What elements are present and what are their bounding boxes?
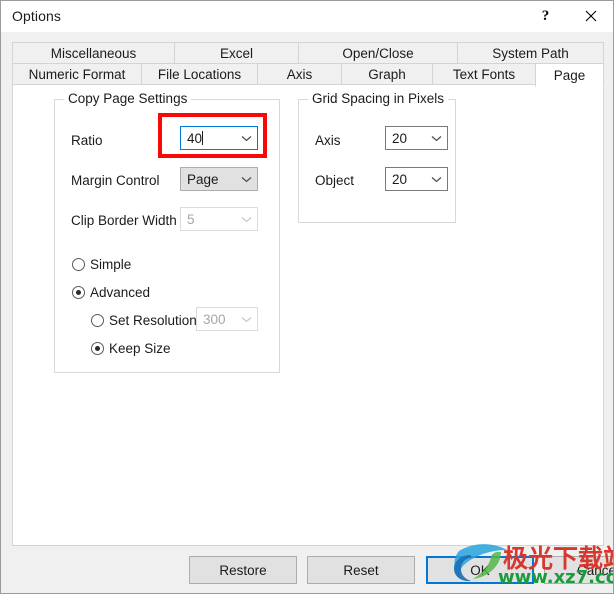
tab-label: Miscellaneous [50,45,137,61]
page-tab-panel: Copy Page Settings Ratio 40 Margin Contr… [12,85,604,546]
radio-simple-label: Simple [90,257,132,272]
copy-page-settings-group: Copy Page Settings Ratio 40 Margin Contr… [54,91,280,373]
copy-page-settings-title: Copy Page Settings [64,91,192,106]
tab-label: Graph [368,66,406,82]
ok-button-label: OK [470,562,490,578]
clip-border-width-combo: 5 [180,207,258,231]
radio-mark-icon [91,342,104,355]
grid-spacing-title: Grid Spacing in Pixels [308,91,449,106]
cancel-button-label: Cancel [576,562,613,578]
tab-strip: Miscellaneous Excel Open/Close System Pa… [12,42,604,87]
ratio-label: Ratio [71,133,103,148]
radio-simple[interactable]: Simple [72,257,131,272]
grid-object-label: Object [315,173,355,188]
chevron-down-icon[interactable] [425,135,447,142]
grid-object-combo[interactable]: 20 [385,167,448,191]
grid-axis-label: Axis [315,133,341,148]
ok-button[interactable]: OK [426,556,534,584]
radio-keep-size[interactable]: Keep Size [91,341,171,356]
radio-mark-icon [72,258,85,271]
chevron-down-icon [235,316,257,323]
margin-control-combo[interactable]: Page [180,167,258,191]
grid-spacing-group: Grid Spacing in Pixels Axis 20 Object 20 [298,91,456,223]
radio-advanced[interactable]: Advanced [72,285,150,300]
tab-graph[interactable]: Graph [341,63,433,85]
ratio-combo[interactable]: 40 [180,126,258,150]
tab-label: Open/Close [342,45,414,61]
radio-mark-icon [72,286,85,299]
reset-button-label: Reset [343,562,379,578]
tab-page[interactable]: Page [535,63,604,87]
radio-keep-size-label: Keep Size [109,341,171,356]
chevron-down-icon [235,216,257,223]
tab-miscellaneous[interactable]: Miscellaneous [12,42,175,64]
options-dialog: Options ? Miscellaneous Excel Open/Close [0,0,614,594]
grid-object-value: 20 [392,171,408,187]
tab-system-path[interactable]: System Path [457,42,604,64]
tab-label: System Path [492,45,569,61]
resolution-value: 300 [203,311,226,327]
radio-mark-icon [91,314,104,327]
restore-button-label: Restore [219,562,267,578]
cancel-button[interactable]: Cancel [544,556,613,584]
ratio-value: 40 [187,130,204,146]
radio-advanced-label: Advanced [90,285,151,300]
close-icon [585,10,597,22]
grid-axis-combo[interactable]: 20 [385,126,448,150]
tab-axis[interactable]: Axis [257,63,342,85]
tab-file-locations[interactable]: File Locations [141,63,258,85]
chevron-down-icon[interactable] [235,176,257,183]
tab-excel[interactable]: Excel [174,42,299,64]
help-button[interactable]: ? [523,1,568,31]
tab-row-top: Miscellaneous Excel Open/Close System Pa… [12,42,604,64]
chevron-down-icon[interactable] [425,176,447,183]
question-mark-icon: ? [541,7,550,24]
margin-control-value: Page [187,171,219,187]
tab-label: Excel [219,45,253,61]
tab-label: Text Fonts [452,66,516,82]
radio-set-resolution-label: Set Resolution [109,313,197,328]
restore-button[interactable]: Restore [189,556,297,584]
tab-label: Numeric Format [28,66,126,82]
resolution-combo: 300 [196,307,258,331]
title-bar: Options ? [1,1,613,32]
close-button[interactable] [568,1,613,31]
chevron-down-icon[interactable] [235,135,257,142]
tab-label: Page [553,67,586,83]
reset-button[interactable]: Reset [307,556,415,584]
radio-set-resolution[interactable]: Set Resolution [91,313,197,328]
tab-row-bottom: Numeric Format File Locations Axis Graph… [12,63,604,87]
tab-numeric-format[interactable]: Numeric Format [12,63,142,85]
clip-border-width-value: 5 [187,211,195,227]
tab-label: Axis [286,66,313,82]
margin-control-label: Margin Control [71,173,160,188]
window-title: Options [12,8,61,24]
tab-label: File Locations [157,66,242,82]
tab-open-close[interactable]: Open/Close [298,42,458,64]
tab-text-fonts[interactable]: Text Fonts [432,63,536,85]
text-caret [202,130,204,145]
grid-axis-value: 20 [392,130,408,146]
clip-border-width-label: Clip Border Width [71,213,177,228]
